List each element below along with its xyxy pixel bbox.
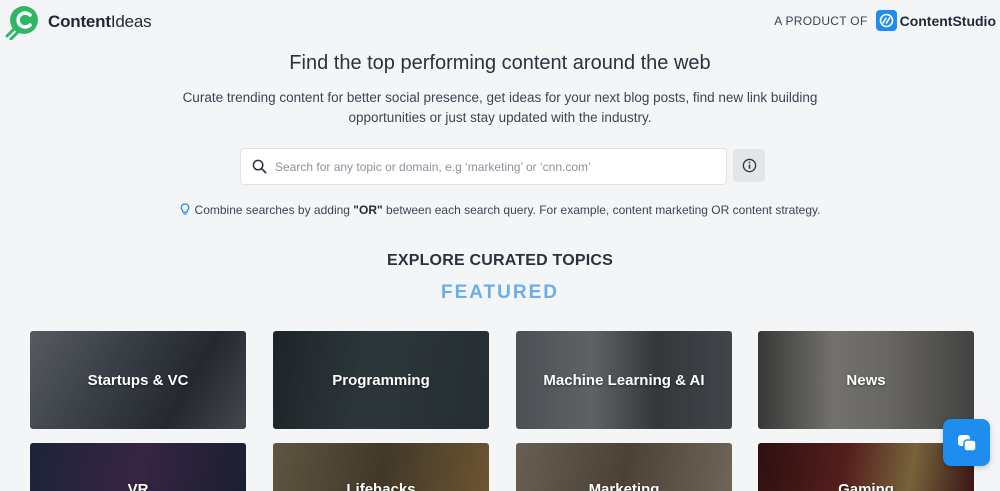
info-icon bbox=[742, 158, 756, 173]
topic-card-marketing[interactable]: Marketing bbox=[516, 443, 732, 491]
product-name: ContentStudio bbox=[899, 12, 996, 29]
topic-label: Machine Learning & AI bbox=[543, 371, 705, 389]
product-prefix: A PRODUCT OF bbox=[774, 13, 868, 28]
chat-icon bbox=[957, 434, 977, 452]
page-title: Find the top performing content around t… bbox=[289, 52, 711, 74]
tip-text-before: Combine searches by adding bbox=[194, 203, 354, 217]
contentideas-logo[interactable]: ContentIdeas bbox=[4, 4, 152, 40]
top-header: ContentIdeas A PRODUCT OF ContentStudio bbox=[0, 0, 1000, 42]
logo-text: ContentIdeas bbox=[48, 12, 152, 31]
product-of-badge[interactable]: A PRODUCT OF ContentStudio bbox=[774, 10, 996, 31]
explore-heading: EXPLORE CURATED TOPICS bbox=[386, 252, 614, 269]
topic-label: Lifehacks bbox=[346, 481, 416, 491]
featured-heading: FEATURED bbox=[440, 282, 560, 303]
search-icon bbox=[252, 159, 267, 174]
tip-keyword: "OR" bbox=[353, 203, 383, 217]
topic-card-machine-learning[interactable]: Machine Learning & AI bbox=[516, 331, 732, 429]
topic-label: Gaming bbox=[838, 481, 894, 491]
contentstudio-logo-icon bbox=[875, 10, 897, 31]
topic-card-gaming[interactable]: Gaming bbox=[758, 443, 974, 491]
chat-widget-button[interactable] bbox=[943, 419, 990, 466]
topic-card-vr[interactable]: VR bbox=[30, 443, 246, 491]
info-button[interactable] bbox=[733, 149, 765, 182]
topic-label: Programming bbox=[332, 371, 430, 389]
topic-card-news[interactable]: News bbox=[758, 331, 974, 429]
page-subtitle: Curate trending content for better socia… bbox=[182, 90, 818, 125]
lightbulb-icon bbox=[180, 203, 189, 215]
topic-card-lifehacks[interactable]: Lifehacks bbox=[273, 443, 489, 491]
search-bar bbox=[240, 148, 727, 185]
topic-card-programming[interactable]: Programming bbox=[273, 331, 489, 429]
topic-label: News bbox=[846, 371, 886, 389]
search-tip: Combine searches by adding "OR" between … bbox=[0, 203, 1000, 217]
topic-label: VR bbox=[127, 481, 149, 491]
search-input[interactable] bbox=[275, 159, 705, 174]
topic-card-startups[interactable]: Startups & VC bbox=[30, 331, 246, 429]
tip-text-after: between each search query. For example, … bbox=[382, 203, 821, 217]
contentideas-logo-icon bbox=[5, 6, 38, 40]
topic-label: Marketing bbox=[588, 481, 660, 491]
topic-label: Startups & VC bbox=[87, 371, 189, 389]
